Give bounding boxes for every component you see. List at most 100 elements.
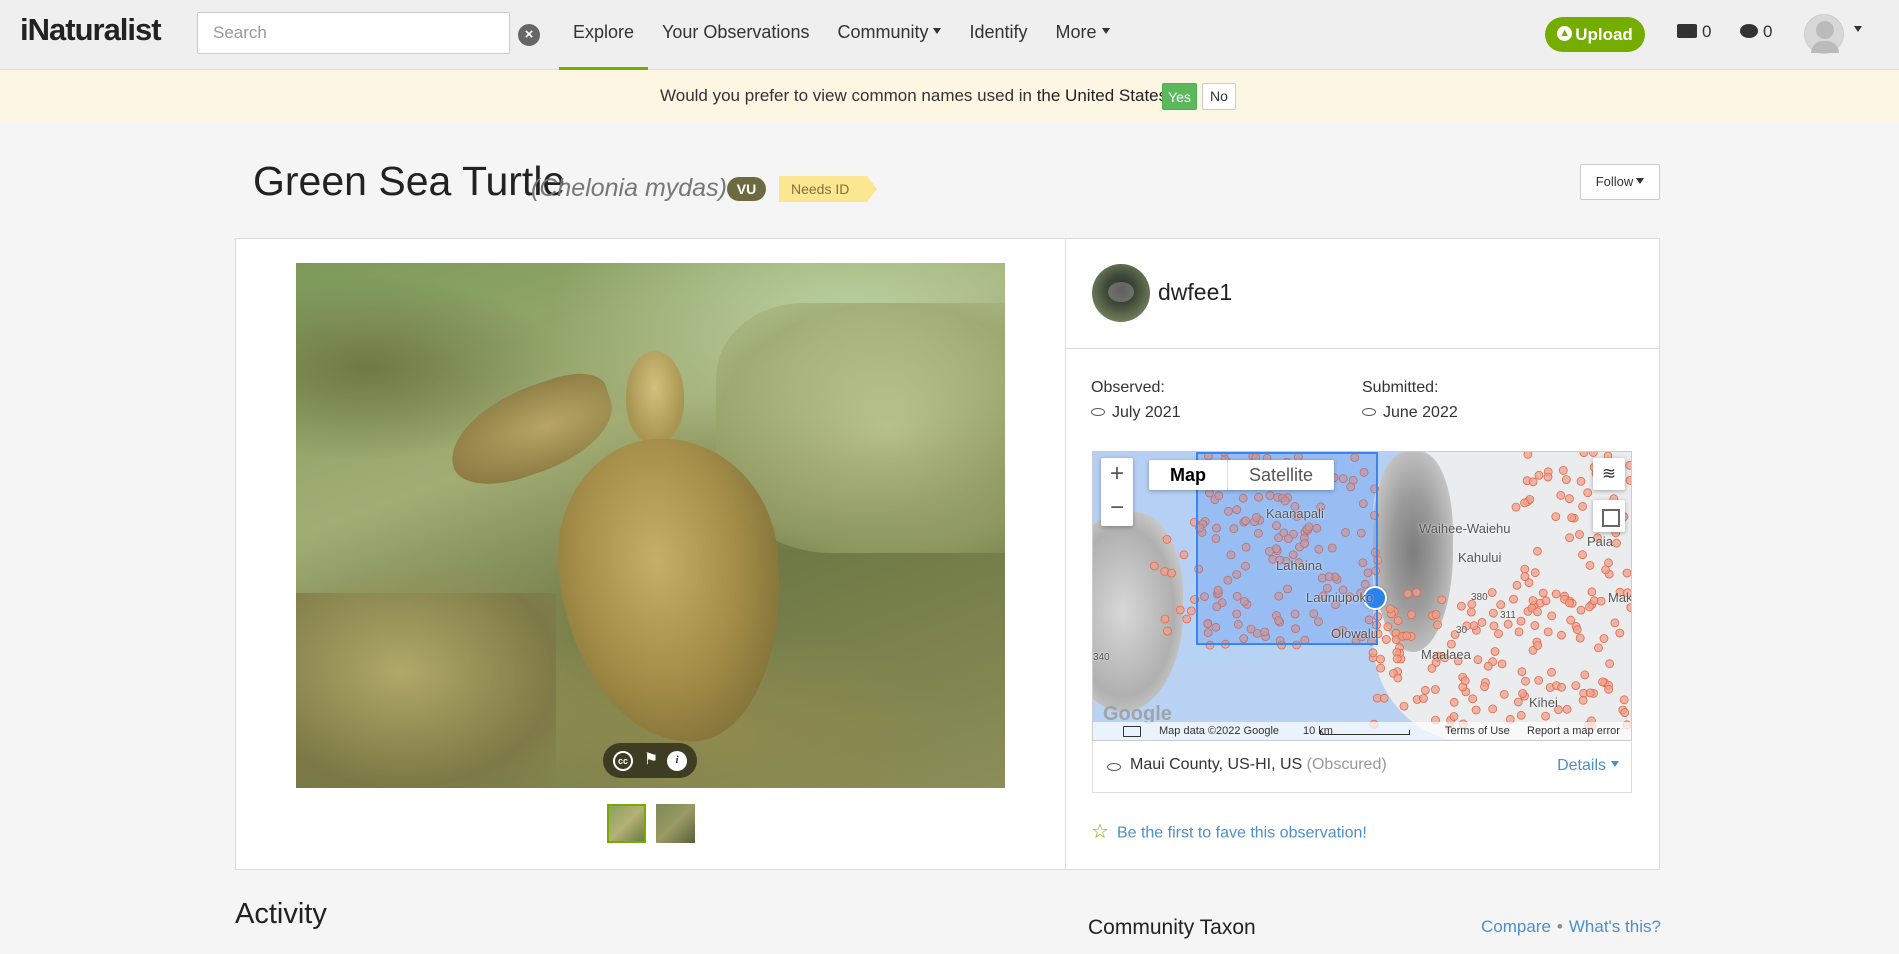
map-type-satellite[interactable]: Satellite [1228, 460, 1334, 490]
quality-grade-badge: Needs ID [779, 176, 877, 202]
notifications-button[interactable]: 0 [1740, 22, 1772, 42]
map-terrain [1373, 452, 1453, 652]
info-icon[interactable]: i [667, 751, 687, 771]
road-number: 340 [1093, 652, 1110, 663]
nav-community[interactable]: Community [823, 0, 955, 70]
map-place-label: Lahaina [1276, 558, 1323, 573]
location-row: Maui County, US-HI, US (Obscured) Detail… [1092, 741, 1632, 793]
details-label: Details [1557, 757, 1606, 774]
no-button[interactable]: No [1202, 83, 1236, 110]
map-place-label: Paia [1587, 534, 1614, 549]
submitted-date-text: June 2022 [1383, 404, 1458, 421]
envelope-icon [1677, 23, 1697, 38]
comment-icon [1740, 23, 1758, 38]
submitted-date: June 2022 [1362, 404, 1458, 422]
scientific-name-text: Chelonia mydas [539, 174, 719, 202]
map-place-label: Kahului [1458, 550, 1502, 565]
separator-dot: • [1556, 917, 1563, 936]
nav-explore[interactable]: Explore [559, 0, 649, 70]
upload-label: Upload [1575, 25, 1633, 44]
star-icon: ☆ [1091, 821, 1109, 843]
upload-button[interactable]: ▲ Upload [1545, 17, 1645, 52]
map-type-toggle: Map Satellite [1149, 460, 1335, 490]
compare-link[interactable]: Compare [1481, 917, 1551, 936]
eye-icon [1107, 763, 1121, 771]
fave-text: Be the first to fave this observation! [1116, 824, 1367, 842]
submitted-label: Submitted: [1362, 379, 1439, 396]
chevron-down-icon[interactable] [1854, 26, 1862, 32]
photo-controls: cc ⚑ i [603, 743, 697, 778]
flag-icon[interactable]: ⚑ [641, 751, 661, 771]
main-nav: Explore Your Observations Community Iden… [559, 0, 1124, 70]
map-data-attribution: Map data ©2022 Google [1159, 725, 1280, 737]
zoom-out-button[interactable]: − [1101, 492, 1133, 526]
conservation-status-badge[interactable]: VU [727, 177, 766, 201]
map-type-map[interactable]: Map [1149, 460, 1228, 490]
panel-divider [1065, 239, 1066, 869]
chevron-down-icon [1611, 760, 1619, 767]
observer-avatar[interactable] [1092, 264, 1150, 322]
messages-count: 0 [1702, 22, 1712, 41]
keyboard-icon[interactable] [1123, 726, 1141, 737]
top-navbar: iNaturalist × Explore Your Observations … [0, 0, 1899, 70]
fave-link[interactable]: ☆ Be the first to fave this observation! [1091, 821, 1367, 846]
map-footer: Map data ©2022 Google 10 km Terms of Use… [1093, 722, 1631, 740]
notifications-count: 0 [1763, 22, 1773, 41]
eye-icon [1362, 407, 1376, 416]
map-place-label: Maalaea [1421, 647, 1471, 662]
chevron-down-icon [933, 28, 942, 35]
layers-icon[interactable]: ≋ [1593, 458, 1625, 490]
clear-search-icon[interactable]: × [518, 24, 540, 46]
observed-date: July 2021 [1091, 404, 1181, 422]
chevron-down-icon [1636, 177, 1645, 184]
messages-button[interactable]: 0 [1677, 22, 1711, 42]
inaturalist-logo[interactable]: iNaturalist [20, 12, 162, 48]
nav-community-label: Community [837, 22, 929, 42]
map-place-label: Olowalu [1331, 626, 1378, 641]
map-place-label: Waihee-Waiehu [1419, 521, 1511, 536]
location-place: Maui County, US-HI, US [1130, 756, 1303, 773]
eye-icon [1091, 407, 1105, 416]
zoom-in-button[interactable]: + [1101, 458, 1133, 492]
observed-date-text: July 2021 [1112, 404, 1181, 421]
common-names-banner: Would you prefer to view common names us… [0, 70, 1899, 122]
creative-commons-icon[interactable]: cc [613, 751, 633, 771]
photo-thumbnail[interactable] [607, 804, 646, 843]
observer-username[interactable]: dwfee1 [1158, 279, 1232, 306]
follow-label: Follow [1595, 174, 1634, 189]
nav-identify[interactable]: Identify [955, 0, 1041, 70]
search-input[interactable] [197, 12, 510, 54]
yes-button[interactable]: Yes [1162, 83, 1197, 110]
chevron-down-icon [1101, 28, 1110, 35]
details-dropdown[interactable]: Details [1557, 757, 1619, 775]
fullscreen-icon[interactable] [1593, 500, 1625, 532]
map-place-label: Launiupoko [1306, 590, 1374, 605]
nav-more[interactable]: More [1042, 0, 1124, 70]
observed-label: Observed: [1091, 379, 1165, 396]
scientific-name[interactable]: (Chelonia mydas) [531, 174, 727, 203]
activity-heading: Activity [235, 898, 327, 930]
map-place-label: Kaanapali [1266, 506, 1324, 521]
community-taxon-links: Compare • What's this? [1481, 917, 1661, 937]
divider [1066, 348, 1659, 349]
location-text: Maui County, US-HI, US (Obscured) [1130, 756, 1387, 774]
whats-this-link[interactable]: What's this? [1569, 917, 1661, 936]
nav-your-observations[interactable]: Your Observations [648, 0, 823, 70]
road-number: 311 [1500, 610, 1516, 621]
report-map-error-link[interactable]: Report a map error [1527, 725, 1620, 737]
banner-prefix: Would you prefer to view common names us… [660, 86, 1037, 105]
follow-button[interactable]: Follow [1580, 164, 1660, 200]
terms-of-use-link[interactable]: Terms of Use [1445, 725, 1510, 737]
road-number: 30 [1456, 625, 1468, 636]
nav-more-label: More [1055, 22, 1097, 42]
photo-thumbnail[interactable] [656, 804, 695, 843]
map-scale-bar [1320, 730, 1410, 735]
observation-map[interactable]: Waihee-Waiehu Kahului Lahaina Kaanapali … [1092, 451, 1632, 741]
user-avatar-menu[interactable] [1804, 14, 1844, 54]
page-title: Green Sea Turtle [253, 158, 566, 204]
map-place-label: Kihei [1529, 695, 1558, 710]
photo-rock [296, 593, 556, 788]
observation-photo[interactable] [296, 263, 1005, 788]
upload-arrow-icon: ▲ [1557, 26, 1573, 42]
banner-place: the United States [1036, 86, 1168, 105]
